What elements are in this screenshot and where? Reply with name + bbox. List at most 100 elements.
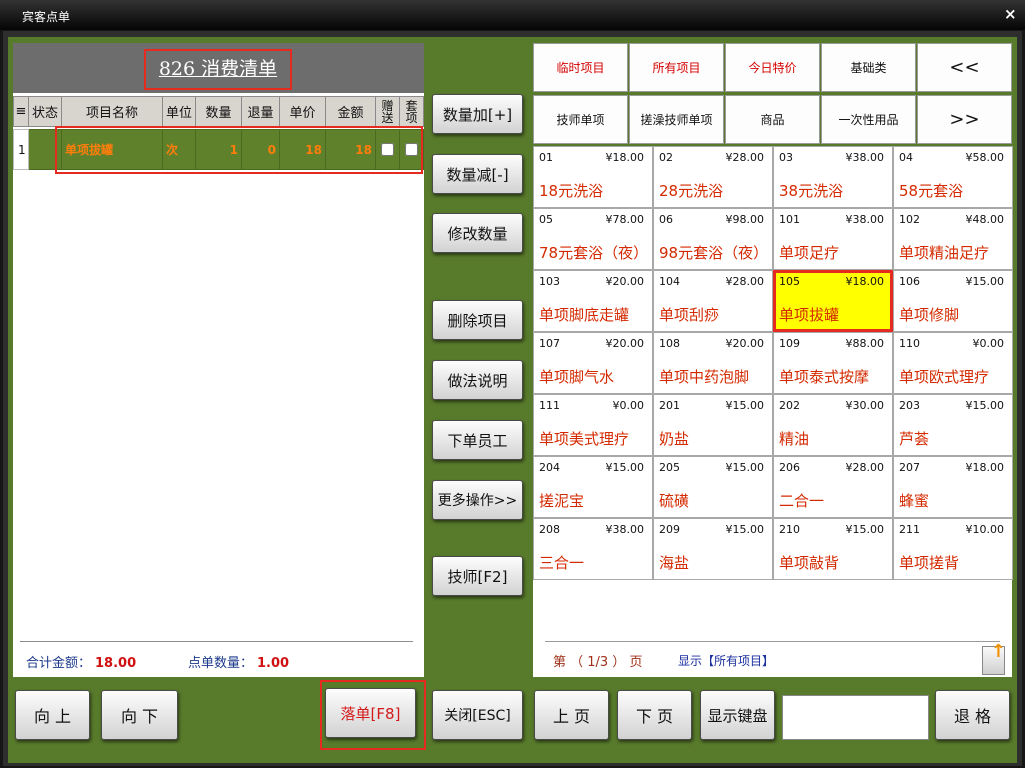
item-tile[interactable]: 211 ¥10.00 单项搓背 <box>893 518 1013 580</box>
item-code: 103 <box>539 275 560 288</box>
category-tab[interactable]: 商品 <box>725 95 820 144</box>
item-tile[interactable]: 108 ¥20.00 单项中药泡脚 <box>653 332 773 394</box>
item-tile[interactable]: 201 ¥15.00 奶盐 <box>653 394 773 456</box>
item-code: 111 <box>539 399 560 412</box>
item-code: 102 <box>899 213 920 226</box>
item-name: 单项刮痧 <box>659 306 720 324</box>
item-code: 201 <box>659 399 680 412</box>
technician-button[interactable]: 技师[F2] <box>432 556 523 596</box>
column-menu-icon[interactable]: ≡ <box>13 96 29 127</box>
next-category-button[interactable]: >> <box>917 95 1012 144</box>
item-price: ¥10.00 <box>965 523 1005 536</box>
item-tile[interactable]: 207 ¥18.00 蜂蜜 <box>893 456 1013 518</box>
item-tile[interactable]: 05 ¥78.00 78元套浴（夜） <box>533 208 653 270</box>
item-name: 单项拔罐 <box>779 306 840 324</box>
item-tile[interactable]: 103 ¥20.00 单项脚底走罐 <box>533 270 653 332</box>
item-name: 硫磺 <box>659 492 690 510</box>
item-tile[interactable]: 210 ¥15.00 单项敲背 <box>773 518 893 580</box>
item-tile[interactable]: 106 ¥15.00 单项修脚 <box>893 270 1013 332</box>
item-tile[interactable]: 109 ¥88.00 单项泰式按摩 <box>773 332 893 394</box>
item-code: 205 <box>659 461 680 474</box>
item-tile[interactable]: 101 ¥38.00 单项足疗 <box>773 208 893 270</box>
item-tile[interactable]: 205 ¥15.00 硫磺 <box>653 456 773 518</box>
move-down-button[interactable]: 向 下 <box>101 690 178 740</box>
filter-indicator: 显示【所有项目】 <box>678 654 775 668</box>
item-name: 单项脚气水 <box>539 368 615 386</box>
item-price: ¥18.00 <box>605 151 645 164</box>
item-code: 108 <box>659 337 680 350</box>
prev-category-button[interactable]: << <box>917 43 1012 92</box>
column-header-unit: 单位 <box>163 96 196 127</box>
item-tile[interactable]: 104 ¥28.00 单项刮痧 <box>653 270 773 332</box>
order-list-pane <box>13 93 424 677</box>
item-tile[interactable]: 208 ¥38.00 三合一 <box>533 518 653 580</box>
category-tab[interactable]: 基础类 <box>821 43 916 92</box>
column-header-returned: 退量 <box>242 96 280 127</box>
order-staff-button[interactable]: 下单员工 <box>432 420 523 460</box>
prev-page-button[interactable]: 上 页 <box>534 690 609 740</box>
item-price: ¥38.00 <box>605 523 645 536</box>
column-header-package: 套项 <box>400 96 424 127</box>
category-tab[interactable]: 今日特价 <box>725 43 820 92</box>
order-table-header: ≡ 状态 项目名称 单位 数量 退量 单价 金额 赠送 套项 <box>13 96 424 127</box>
item-name: 单项欧式理疗 <box>899 368 990 386</box>
edit-qty-button[interactable]: 修改数量 <box>432 213 523 253</box>
close-icon[interactable]: × <box>1004 5 1017 23</box>
column-header-name: 项目名称 <box>62 96 163 127</box>
column-header-amount: 金额 <box>326 96 376 127</box>
total-amount: 合计金额： 18.00 <box>26 652 136 671</box>
page-up-icon[interactable]: ↑ <box>982 641 1006 675</box>
item-tile[interactable]: 02 ¥28.00 28元洗浴 <box>653 146 773 208</box>
move-up-button[interactable]: 向 上 <box>15 690 90 740</box>
category-tab[interactable]: 临时项目 <box>533 43 628 92</box>
item-tile[interactable]: 102 ¥48.00 单项精油足疗 <box>893 208 1013 270</box>
item-tile[interactable]: 107 ¥20.00 单项脚气水 <box>533 332 653 394</box>
item-name: 奶盐 <box>659 430 690 448</box>
delete-item-button[interactable]: 删除项目 <box>432 300 523 340</box>
more-ops-button[interactable]: 更多操作>> <box>432 480 523 520</box>
item-price: ¥38.00 <box>845 151 885 164</box>
category-tab[interactable]: 一次性用品 <box>821 95 916 144</box>
item-tile[interactable]: 206 ¥28.00 二合一 <box>773 456 893 518</box>
category-tab[interactable]: 技师单项 <box>533 95 628 144</box>
item-tile[interactable]: 110 ¥0.00 单项欧式理疗 <box>893 332 1013 394</box>
item-tile[interactable]: 209 ¥15.00 海盐 <box>653 518 773 580</box>
next-page-button[interactable]: 下 页 <box>617 690 692 740</box>
backspace-button[interactable]: 退 格 <box>935 690 1010 740</box>
item-tile[interactable]: 06 ¥98.00 98元套浴（夜） <box>653 208 773 270</box>
item-price: ¥30.00 <box>845 399 885 412</box>
qty-minus-button[interactable]: 数量减[-] <box>432 154 523 194</box>
submit-order-button[interactable]: 落单[F8] <box>325 688 416 738</box>
search-input[interactable] <box>782 695 929 740</box>
show-keyboard-button[interactable]: 显示键盘 <box>700 690 775 740</box>
item-tile[interactable]: 203 ¥15.00 芦荟 <box>893 394 1013 456</box>
item-code: 101 <box>779 213 800 226</box>
total-amount-label: 合计金额： <box>26 656 92 671</box>
column-header-package-label: 套项 <box>405 98 418 125</box>
category-tab[interactable]: 搓澡技师单项 <box>629 95 724 144</box>
order-title: 826 消费清单 <box>144 49 292 90</box>
item-tile[interactable]: 03 ¥38.00 38元洗浴 <box>773 146 893 208</box>
item-tile[interactable]: 204 ¥15.00 搓泥宝 <box>533 456 653 518</box>
recipe-note-button[interactable]: 做法说明 <box>432 360 523 400</box>
item-price: ¥88.00 <box>845 337 885 350</box>
category-tab[interactable]: 所有项目 <box>629 43 724 92</box>
item-code: 03 <box>779 151 793 164</box>
item-price: ¥15.00 <box>965 399 1005 412</box>
item-tile[interactable]: 202 ¥30.00 精油 <box>773 394 893 456</box>
item-code: 109 <box>779 337 800 350</box>
item-tile[interactable]: 111 ¥0.00 单项美式理疗 <box>533 394 653 456</box>
item-tile[interactable]: 04 ¥58.00 58元套浴 <box>893 146 1013 208</box>
close-dialog-button[interactable]: 关闭[ESC] <box>432 690 523 740</box>
qty-plus-button[interactable]: 数量加[+] <box>432 94 523 134</box>
item-name: 28元洗浴 <box>659 182 724 200</box>
item-code: 208 <box>539 523 560 536</box>
item-name: 98元套浴（夜） <box>659 244 769 262</box>
item-price: ¥28.00 <box>725 151 765 164</box>
item-price: ¥58.00 <box>965 151 1005 164</box>
item-code: 104 <box>659 275 680 288</box>
item-name: 蜂蜜 <box>899 492 930 510</box>
item-tile[interactable]: 105 ¥18.00 单项拔罐 <box>773 270 893 332</box>
item-name: 18元洗浴 <box>539 182 604 200</box>
item-tile[interactable]: 01 ¥18.00 18元洗浴 <box>533 146 653 208</box>
